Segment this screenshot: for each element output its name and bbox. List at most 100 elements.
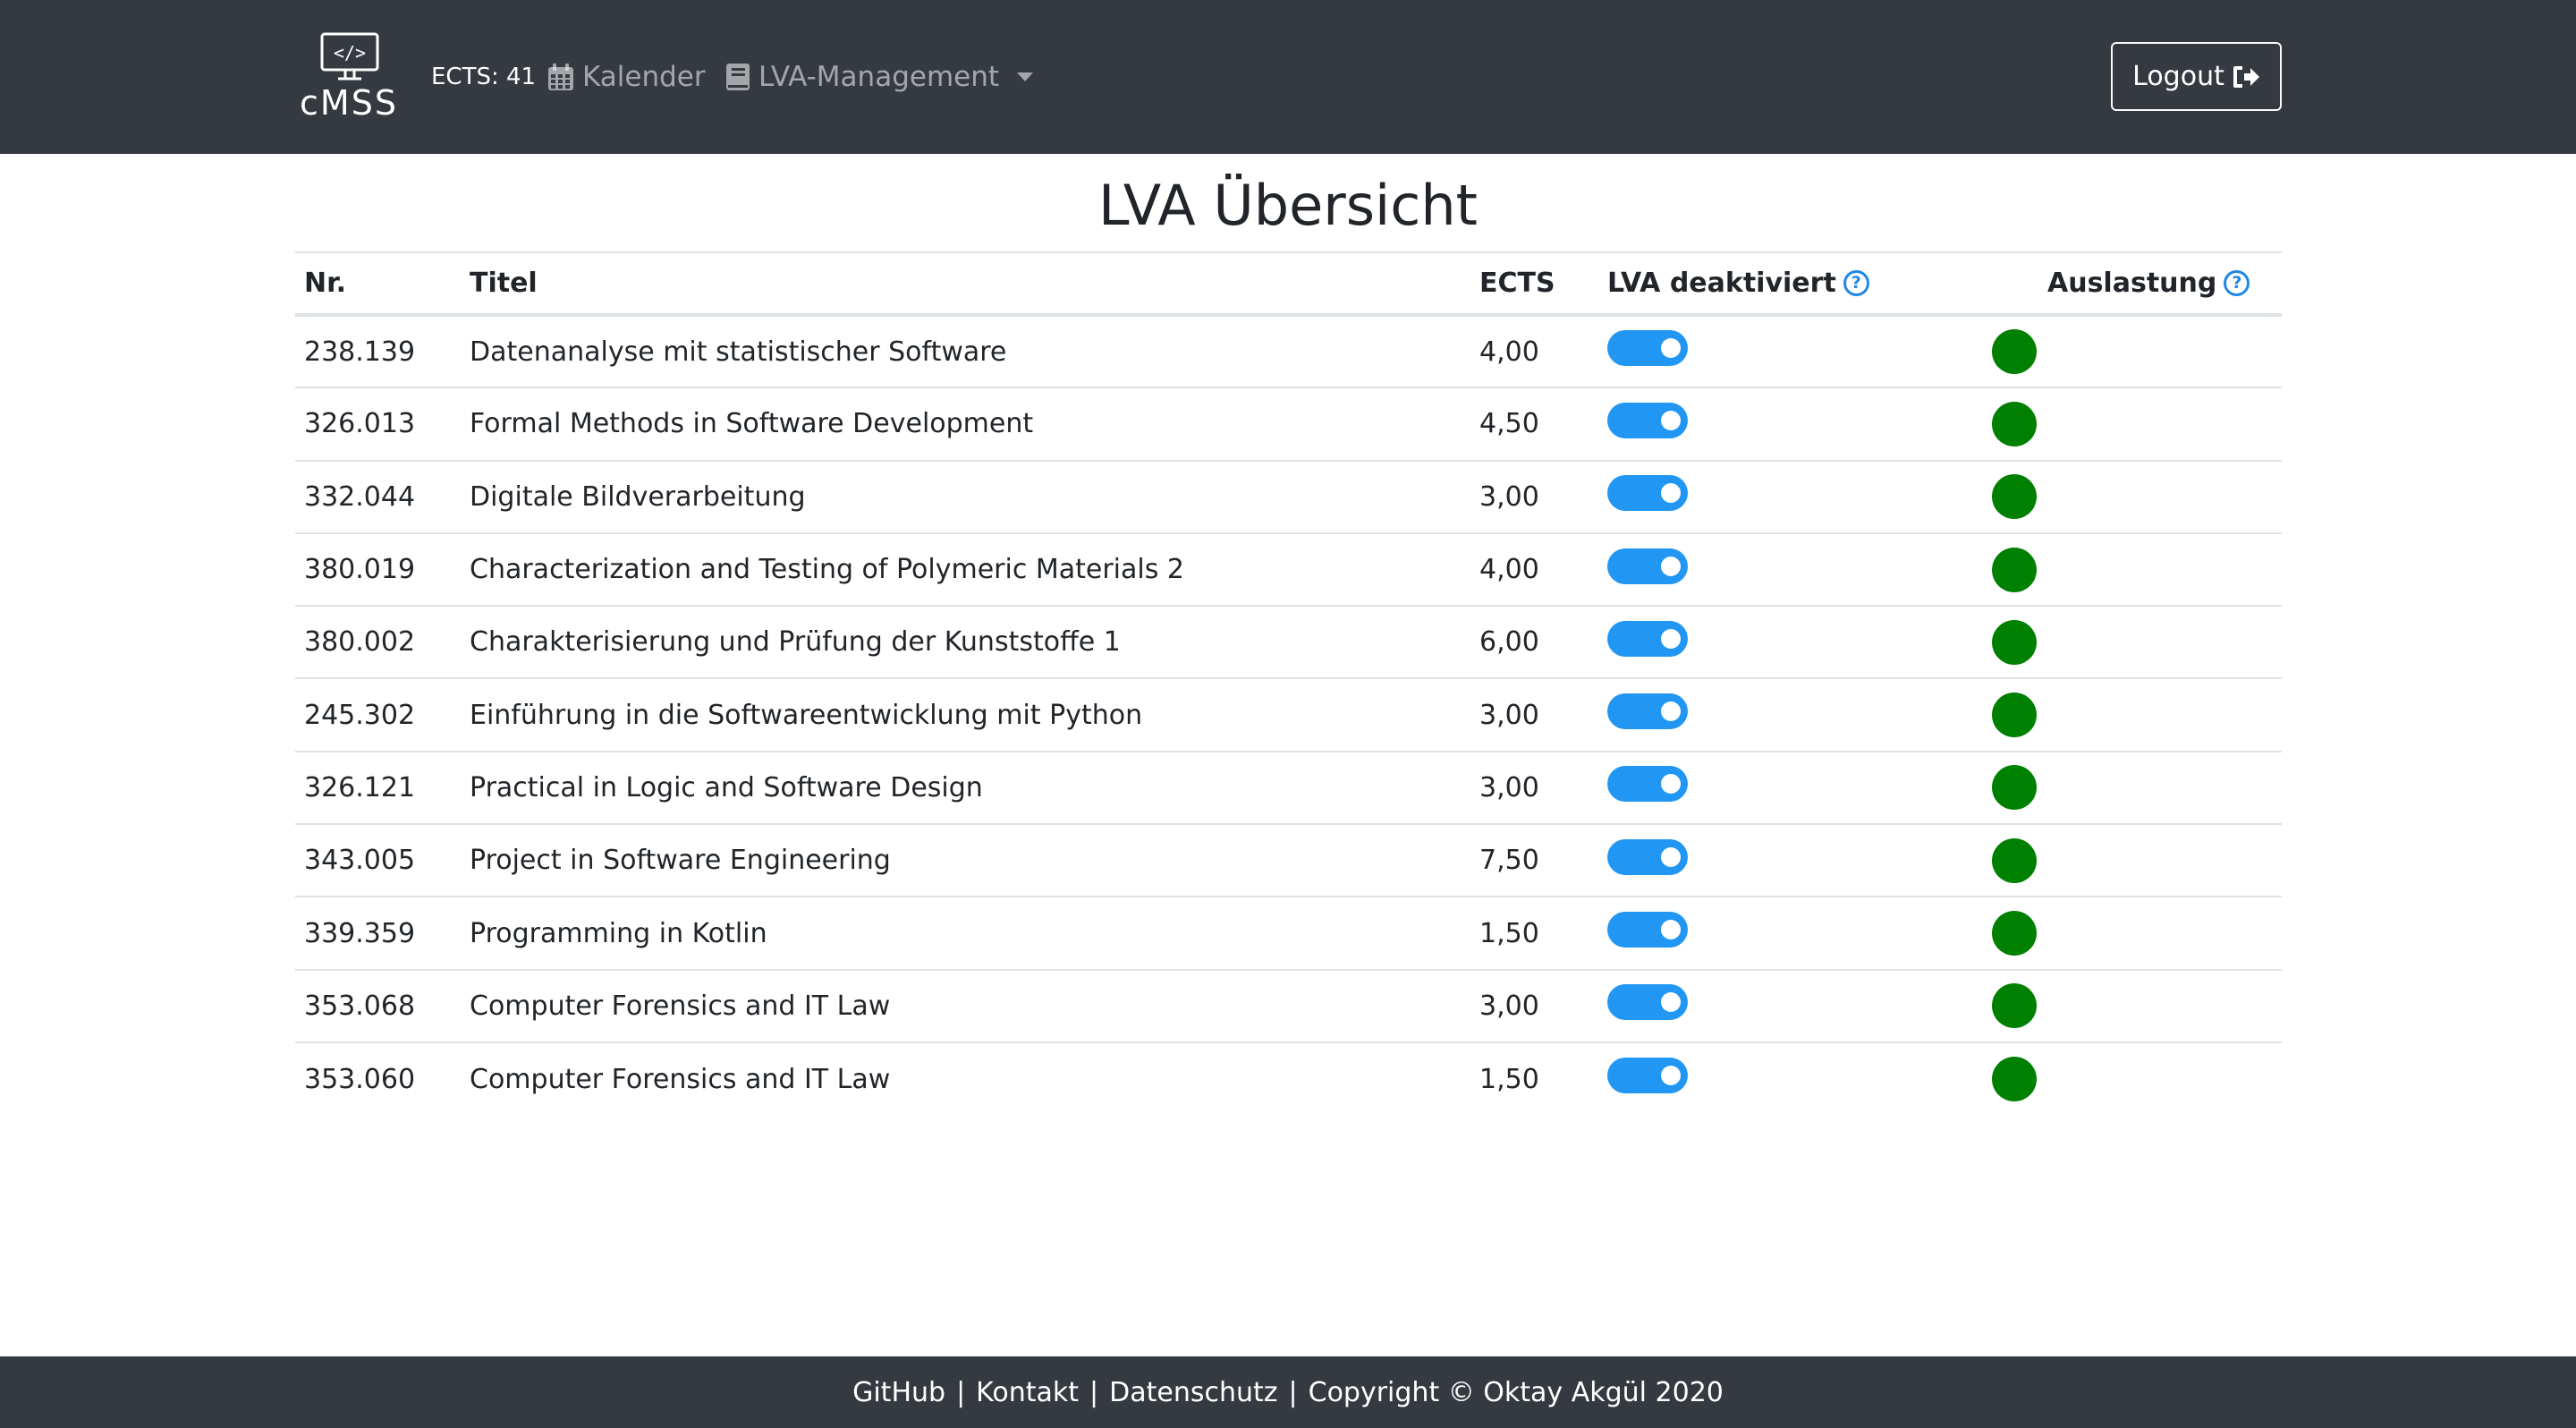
page-title: LVA Übersicht xyxy=(1098,173,1478,238)
nav-lva-management-dropdown[interactable]: LVA-Management xyxy=(726,57,1034,97)
table-row: 326.121 Practical in Logic and Software D… xyxy=(295,752,2282,825)
cell-ects: 1,50 xyxy=(1479,1063,1539,1095)
cell-auslastung xyxy=(1967,824,2282,897)
header-nr: Nr. xyxy=(304,268,347,299)
table-header-row: Nr. Titel ECTS LVA deaktiviert ? Auslast… xyxy=(295,252,2282,315)
cmss-logo[interactable]: </> cMSS xyxy=(295,29,402,125)
cell-auslastung xyxy=(1967,897,2282,969)
cell-nr: 380.002 xyxy=(304,626,416,659)
cell-titel: Programming in Kotlin xyxy=(470,917,767,949)
cell-ects: 4,50 xyxy=(1479,408,1539,440)
cell-titel: Computer Forensics and IT Law xyxy=(470,1063,891,1095)
cell-deaktiviert xyxy=(1598,315,1967,387)
logout-label: Logout xyxy=(2132,61,2224,92)
cell-deaktiviert xyxy=(1598,1042,1967,1115)
cell-titel: Project in Software Engineering xyxy=(470,845,891,877)
cell-deaktiviert xyxy=(1598,461,1967,533)
footer-link-github[interactable]: GitHub xyxy=(852,1377,945,1408)
header-auslastung: Auslastung ? xyxy=(1967,252,2282,315)
cell-nr: 326.121 xyxy=(304,771,416,803)
table-row: 332.044 Digitale Bildverarbeitung 3,00 xyxy=(295,461,2282,533)
question-circle-icon[interactable]: ? xyxy=(2224,270,2250,296)
table-row: 339.359 Programming in Kotlin 1,50 xyxy=(295,897,2282,970)
cell-nr: 326.013 xyxy=(304,408,416,440)
cell-nr: 343.005 xyxy=(304,845,416,877)
auslastung-status-dot xyxy=(1992,474,2037,520)
cell-auslastung xyxy=(1967,387,2282,460)
cell-auslastung xyxy=(1967,533,2282,606)
cell-ects: 3,00 xyxy=(1479,771,1539,803)
cell-deaktiviert xyxy=(1598,387,1967,460)
table-row: 326.013 Formal Methods in Software Develo… xyxy=(295,387,2282,461)
cell-ects: 3,00 xyxy=(1479,699,1539,731)
deaktiviert-toggle[interactable] xyxy=(1607,693,1688,730)
header-ects: ECTS xyxy=(1479,268,1555,299)
cell-ects: 7,50 xyxy=(1479,845,1539,877)
deaktiviert-toggle[interactable] xyxy=(1607,766,1688,803)
lva-table: Nr. Titel ECTS LVA deaktiviert ? Auslast… xyxy=(295,251,2282,1115)
footer-separator: | xyxy=(1089,1376,1099,1408)
cell-auslastung xyxy=(1967,461,2282,533)
footer-separator: | xyxy=(956,1376,966,1408)
nav-kalender-label: Kalender xyxy=(582,61,706,93)
footer-copyright: Copyright © Oktay Akgül 2020 xyxy=(1308,1376,1724,1408)
navbar: </> cMSS ECTS: 41 Kalender LVA-Managemen… xyxy=(0,0,2576,154)
auslastung-status-dot xyxy=(1992,765,2037,811)
calendar-icon xyxy=(548,64,573,90)
header-deaktiviert-label: LVA deaktiviert xyxy=(1607,268,1836,299)
cell-ects: 4,00 xyxy=(1479,336,1539,368)
deaktiviert-toggle[interactable] xyxy=(1607,984,1688,1021)
cell-deaktiviert xyxy=(1598,752,1967,824)
cell-deaktiviert xyxy=(1598,970,1967,1042)
footer-link-kontakt[interactable]: Kontakt xyxy=(976,1377,1079,1408)
deaktiviert-toggle[interactable] xyxy=(1607,548,1688,584)
auslastung-status-dot xyxy=(1992,693,2037,738)
cell-auslastung xyxy=(1967,606,2282,678)
chevron-down-icon xyxy=(1017,72,1034,81)
cell-auslastung xyxy=(1967,678,2282,751)
table-body: 238.139 Datenanalyse mit statistischer So… xyxy=(295,315,2282,1115)
cell-titel: Formal Methods in Software Development xyxy=(470,408,1034,440)
cell-nr: 332.044 xyxy=(304,480,416,513)
cell-deaktiviert xyxy=(1598,606,1967,678)
footer-link-datenschutz[interactable]: Datenschutz xyxy=(1109,1377,1277,1408)
cell-nr: 238.139 xyxy=(304,336,416,368)
header-deaktiviert: LVA deaktiviert ? xyxy=(1598,252,1967,315)
book-icon xyxy=(726,64,750,90)
table-row: 238.139 Datenanalyse mit statistischer So… xyxy=(295,315,2282,388)
logout-button[interactable]: Logout xyxy=(2111,42,2282,111)
deaktiviert-toggle[interactable] xyxy=(1607,1058,1688,1094)
auslastung-status-dot xyxy=(1992,547,2037,592)
cell-titel: Characterization and Testing of Polymeri… xyxy=(470,554,1184,586)
deaktiviert-toggle[interactable] xyxy=(1607,838,1688,875)
cell-auslastung xyxy=(1967,1042,2282,1115)
table-row: 353.068 Computer Forensics and IT Law 3,00 xyxy=(295,970,2282,1042)
deaktiviert-toggle[interactable] xyxy=(1607,402,1688,438)
cell-auslastung xyxy=(1967,752,2282,824)
deaktiviert-toggle[interactable] xyxy=(1607,912,1688,948)
auslastung-status-dot xyxy=(1992,983,2037,1029)
cell-nr: 353.068 xyxy=(304,990,416,1022)
svg-text:</>: </> xyxy=(334,42,366,64)
question-circle-icon[interactable]: ? xyxy=(1843,270,1869,296)
deaktiviert-toggle[interactable] xyxy=(1607,475,1688,512)
auslastung-status-dot xyxy=(1992,619,2037,665)
nav-kalender[interactable]: Kalender xyxy=(548,57,706,97)
deaktiviert-toggle[interactable] xyxy=(1607,620,1688,657)
cell-deaktiviert xyxy=(1598,678,1967,751)
cell-titel: Einführung in die Softwareentwicklung mi… xyxy=(470,699,1143,731)
header-titel: Titel xyxy=(470,268,538,299)
footer: GitHub | Kontakt | Datenschutz | Copyrig… xyxy=(0,1356,2576,1428)
cell-ects: 3,00 xyxy=(1479,480,1539,513)
footer-separator: | xyxy=(1288,1376,1298,1408)
deaktiviert-toggle[interactable] xyxy=(1607,330,1688,367)
table-row: 245.302 Einführung in die Softwareentwick… xyxy=(295,678,2282,752)
cell-titel: Computer Forensics and IT Law xyxy=(470,990,891,1022)
cell-titel: Charakterisierung und Prüfung der Kunsts… xyxy=(470,626,1121,659)
cell-deaktiviert xyxy=(1598,897,1967,969)
cell-nr: 380.019 xyxy=(304,554,416,586)
auslastung-status-dot xyxy=(1992,401,2037,446)
sign-out-icon xyxy=(2233,65,2259,88)
auslastung-status-dot xyxy=(1992,837,2037,883)
table-row: 353.060 Computer Forensics and IT Law 1,50 xyxy=(295,1042,2282,1115)
